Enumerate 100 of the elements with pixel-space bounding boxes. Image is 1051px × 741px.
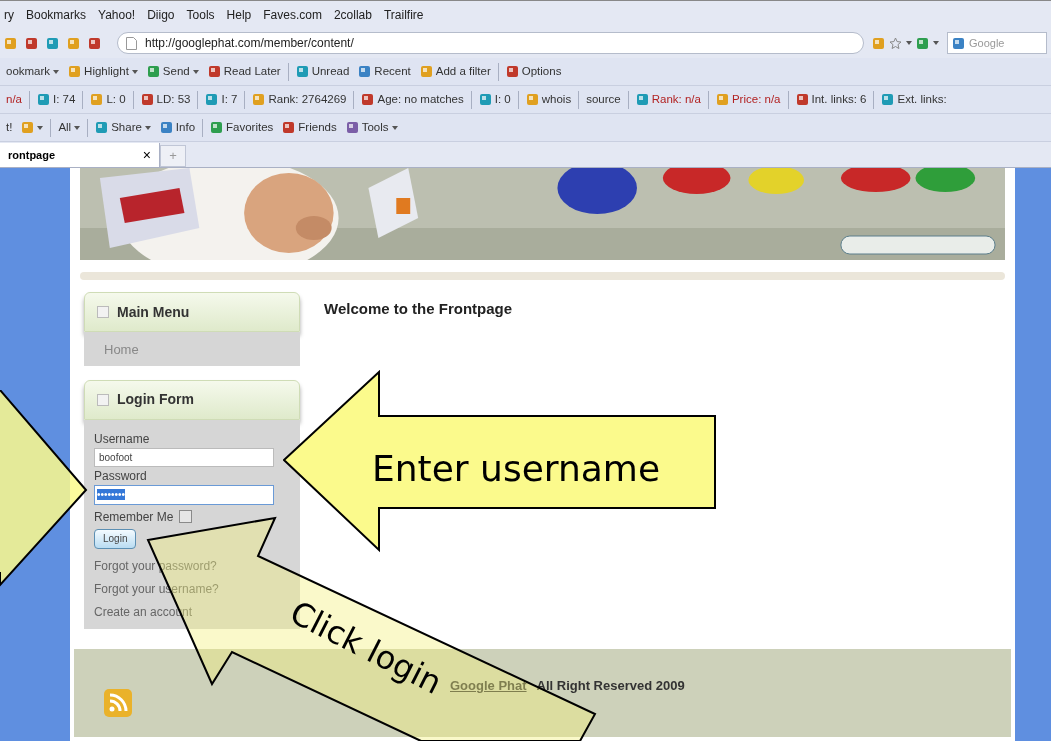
menu-item[interactable]: Bookmarks bbox=[26, 5, 87, 24]
toolbar-icon bbox=[345, 121, 359, 134]
page-icon bbox=[126, 36, 137, 50]
toolbar-icon bbox=[88, 36, 101, 50]
password-field[interactable]: •••••••• bbox=[94, 484, 274, 505]
toolbar-icon bbox=[205, 93, 219, 106]
toolbar-button[interactable]: source bbox=[584, 90, 623, 109]
arrow-label: Enter username bbox=[372, 447, 661, 491]
toolbar-button[interactable]: I: 74 bbox=[35, 90, 78, 109]
toolbar-icon bbox=[95, 121, 109, 134]
toolbar-icon bbox=[146, 65, 160, 78]
caret-icon bbox=[933, 41, 939, 45]
module-title: Main Menu bbox=[117, 302, 190, 322]
toolbar-button[interactable]: n/a bbox=[4, 90, 24, 109]
toolbar-button[interactable]: Ext. links: bbox=[879, 90, 949, 109]
toolbar-button[interactable]: Age: no matches bbox=[359, 90, 466, 109]
close-button[interactable]: × bbox=[142, 144, 151, 166]
toolbar-button[interactable]: I: 7 bbox=[203, 90, 240, 109]
toolbar-icon bbox=[881, 93, 895, 106]
toolbar-icon bbox=[21, 121, 35, 134]
field-label: Password bbox=[94, 467, 148, 485]
toolbar-button[interactable]: ookmark bbox=[4, 62, 62, 81]
toolbar-button[interactable]: Rank: n/a bbox=[633, 90, 703, 109]
caret-icon bbox=[144, 125, 151, 130]
login-button[interactable]: Login bbox=[94, 528, 137, 549]
menu-item[interactable]: Tools bbox=[186, 5, 215, 24]
menu-item[interactable]: Help bbox=[226, 5, 252, 24]
field-label: Username bbox=[94, 430, 151, 448]
toolbar-button[interactable]: t! bbox=[4, 118, 15, 137]
menu-item[interactable]: Faves.com bbox=[263, 5, 322, 24]
caret-icon bbox=[131, 69, 138, 74]
toolbar-icon bbox=[67, 36, 80, 50]
toolbar-icon bbox=[715, 93, 729, 106]
toolbar-icon bbox=[361, 93, 375, 106]
toolbar-icon bbox=[358, 65, 372, 78]
toolbar-button[interactable]: Int. links: 6 bbox=[793, 90, 869, 109]
menu-item[interactable]: Trailfire bbox=[383, 5, 424, 24]
toolbar-icon bbox=[68, 65, 82, 78]
address-field[interactable]: http://googlephat.com/member/content/ bbox=[117, 32, 864, 54]
toolbar-icon bbox=[140, 93, 154, 106]
toolbar-icon bbox=[282, 121, 296, 134]
copyright-text: All Right Reserved 2009 bbox=[536, 677, 685, 696]
caret-icon bbox=[53, 69, 60, 74]
caret-icon bbox=[37, 125, 44, 130]
checkbox[interactable] bbox=[179, 510, 193, 523]
rss-icon bbox=[104, 689, 132, 717]
toolbar-icon bbox=[46, 36, 59, 50]
toolbar-icon bbox=[525, 93, 539, 106]
username-field[interactable]: boofoot bbox=[94, 447, 274, 467]
toolbar-button[interactable]: Share bbox=[93, 118, 153, 137]
toolbar-icon bbox=[252, 93, 266, 106]
square-icon bbox=[97, 306, 109, 318]
toolbar-icon bbox=[295, 65, 309, 78]
toolbar-icon bbox=[478, 93, 492, 106]
toolbar-icon bbox=[916, 36, 929, 50]
toolbar-icon bbox=[159, 121, 173, 134]
toolbar-button[interactable]: Price: n/a bbox=[713, 90, 783, 109]
caret-icon bbox=[192, 69, 199, 74]
toolbar-button[interactable]: Options bbox=[503, 62, 564, 81]
toolbar-icon bbox=[90, 93, 104, 106]
square-icon bbox=[97, 393, 109, 406]
toolbar-button[interactable]: I: 0 bbox=[476, 90, 513, 109]
toolbar-button[interactable]: Read Later bbox=[205, 62, 283, 81]
toolbar-icon bbox=[505, 65, 519, 78]
toolbar-button[interactable]: Recent bbox=[356, 62, 413, 81]
toolbar-icon bbox=[207, 65, 221, 78]
toolbar-button[interactable]: Add a filter bbox=[417, 62, 493, 81]
toolbar-icon bbox=[25, 36, 38, 50]
toolbar-button[interactable]: LD: 53 bbox=[138, 90, 193, 109]
module-title: Login Form bbox=[117, 390, 194, 409]
toolbar-icon bbox=[635, 93, 649, 106]
star-icon bbox=[889, 36, 902, 50]
toolbar-button[interactable]: whois bbox=[523, 90, 574, 109]
toolbar-button[interactable]: Unread bbox=[293, 62, 352, 81]
toolbar-button[interactable]: Tools bbox=[343, 118, 400, 137]
caret-icon bbox=[391, 125, 398, 130]
caret-icon bbox=[906, 41, 912, 45]
toolbar-icon bbox=[4, 36, 17, 50]
menu-item[interactable]: Yahoo! bbox=[98, 5, 136, 24]
toolbar-icon bbox=[872, 36, 885, 50]
caret-icon bbox=[74, 125, 81, 130]
menu-item[interactable]: Diigo bbox=[147, 5, 175, 24]
field-label: Remember Me bbox=[94, 508, 174, 526]
toolbar-button[interactable]: All bbox=[56, 118, 83, 137]
toolbar-button[interactable]: Rank: 2764269 bbox=[250, 90, 349, 109]
toolbar-icon bbox=[795, 93, 809, 106]
toolbar-button[interactable]: Info bbox=[157, 118, 198, 137]
toolbar-icon bbox=[952, 36, 965, 50]
toolbar-button[interactable]: Favorites bbox=[208, 118, 276, 137]
toolbar-button[interactable]: Friends bbox=[280, 118, 339, 137]
toolbar-button[interactable] bbox=[19, 121, 46, 134]
toolbar-icon bbox=[419, 65, 433, 78]
page-heading: Welcome to the Frontpage bbox=[324, 299, 514, 319]
menu-item[interactable]: 2collab bbox=[333, 5, 372, 24]
menu-item[interactable]: ry bbox=[4, 5, 14, 24]
toolbar-icon bbox=[37, 93, 50, 106]
toolbar-button[interactable]: Highlight bbox=[66, 62, 140, 81]
toolbar-button[interactable]: Send bbox=[144, 62, 201, 81]
browser-tab[interactable]: rontpage × bbox=[0, 143, 160, 167]
toolbar-button[interactable]: L: 0 bbox=[88, 90, 128, 109]
